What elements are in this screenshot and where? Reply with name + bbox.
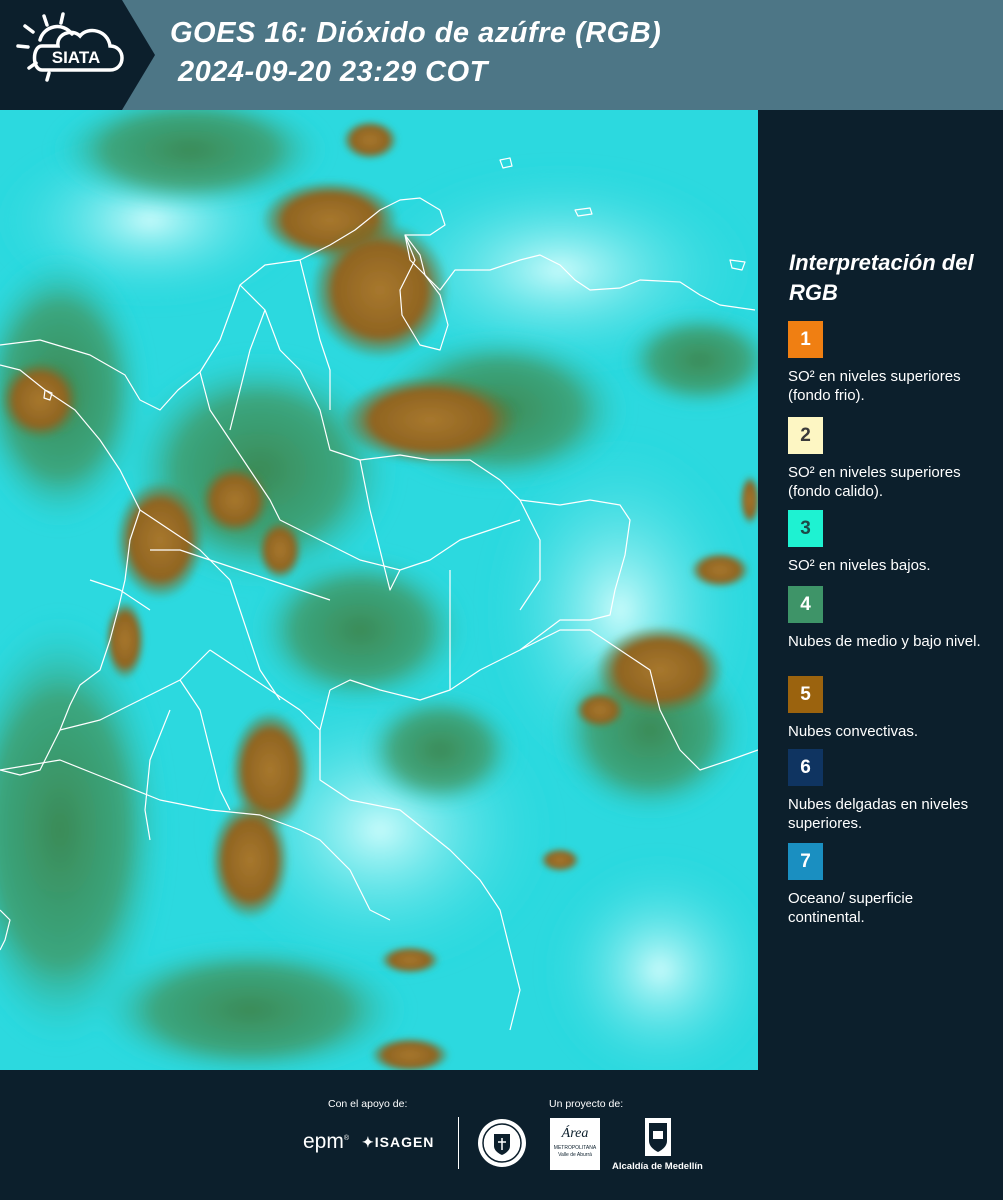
legend-number-6: 6 bbox=[800, 756, 811, 778]
legend-label-2: SO² en niveles superiores (fondo calido)… bbox=[788, 464, 961, 500]
area-logo-title: Área bbox=[561, 1126, 589, 1141]
isagen-logo-text: ISAGEN bbox=[374, 1134, 435, 1150]
legend-item-3: 3 SO² en niveles bajos. bbox=[788, 510, 988, 575]
legend-number-4: 4 bbox=[800, 593, 811, 615]
legend-panel: Interpretación del RGB 1 SO² en niveles … bbox=[758, 110, 1003, 1070]
alcaldia-shield-icon bbox=[645, 1118, 671, 1156]
legend-swatch-3: 3 bbox=[788, 510, 823, 547]
project-label: Un proyecto de: bbox=[549, 1098, 624, 1110]
legend-swatch-4: 4 bbox=[788, 586, 823, 623]
epm-logo-text: epm bbox=[303, 1130, 344, 1153]
support-label: Con el apoyo de: bbox=[328, 1098, 408, 1110]
legend-swatch-2: 2 bbox=[788, 417, 823, 454]
legend-swatch-6: 6 bbox=[788, 749, 823, 786]
legend-swatch-1: 1 bbox=[788, 321, 823, 358]
legend-label-7: Oceano/ superficie continental. bbox=[788, 890, 914, 926]
legend-item-2: 2 SO² en niveles superiores (fondo calid… bbox=[788, 417, 988, 501]
legend-title: Interpretación del RGB bbox=[789, 250, 974, 305]
legend-number-1: 1 bbox=[800, 328, 811, 350]
legend-label-3: SO² en niveles bajos. bbox=[788, 557, 931, 574]
page-title: GOES 16: Dióxido de azúfre (RGB) bbox=[170, 17, 662, 49]
legend-label-6: Nubes delgadas en niveles superiores. bbox=[788, 796, 969, 832]
isagen-logo: ✦ISAGEN bbox=[362, 1134, 434, 1151]
footer: Con el apoyo de: Un proyecto de: epm® ✦I… bbox=[0, 1070, 1003, 1200]
legend-swatch-5: 5 bbox=[788, 676, 823, 713]
legend-item-4: 4 Nubes de medio y bajo nivel. bbox=[788, 586, 988, 651]
legend-number-7: 7 bbox=[800, 850, 811, 872]
isagen-star-icon: ✦ bbox=[362, 1134, 375, 1150]
legend-label-5: Nubes convectivas. bbox=[788, 723, 919, 740]
legend-label-4: Nubes de medio y bajo nivel. bbox=[788, 633, 981, 650]
alcaldia-logo-text: Alcaldía de Medellín bbox=[612, 1161, 703, 1172]
legend-item-5: 5 Nubes convectivas. bbox=[788, 676, 988, 741]
area-logo-subtitle: METROPOLITANA bbox=[553, 1145, 597, 1151]
medellin-seal-icon bbox=[478, 1119, 526, 1167]
legend-number-3: 3 bbox=[800, 517, 811, 539]
legend-number-2: 2 bbox=[800, 424, 811, 446]
page-timestamp: 2024-09-20 23:29 COT bbox=[178, 56, 488, 88]
logo-text: SIATA bbox=[52, 48, 100, 67]
legend-item-1: 1 SO² en niveles superiores (fondo frio)… bbox=[788, 321, 988, 405]
header-bar: SIATA GOES 16: Dióxido de azúfre (RGB) 2… bbox=[0, 0, 1003, 110]
area-metropolitana-logo: Área METROPOLITANA Valle de Aburrá bbox=[550, 1118, 600, 1170]
epm-logo: epm® bbox=[303, 1130, 350, 1153]
legend-label-1: SO² en niveles superiores (fondo frio). bbox=[788, 368, 961, 404]
legend-item-6: 6 Nubes delgadas en niveles superiores. bbox=[788, 749, 988, 833]
footer-divider bbox=[458, 1117, 459, 1169]
legend-number-5: 5 bbox=[800, 683, 811, 705]
legend-item-7: 7 Oceano/ superficie continental. bbox=[788, 843, 988, 927]
legend-swatch-7: 7 bbox=[788, 843, 823, 880]
area-logo-region: Valle de Aburrá bbox=[558, 1152, 592, 1158]
satellite-map bbox=[0, 110, 758, 1070]
logo-block: SIATA bbox=[0, 0, 155, 110]
